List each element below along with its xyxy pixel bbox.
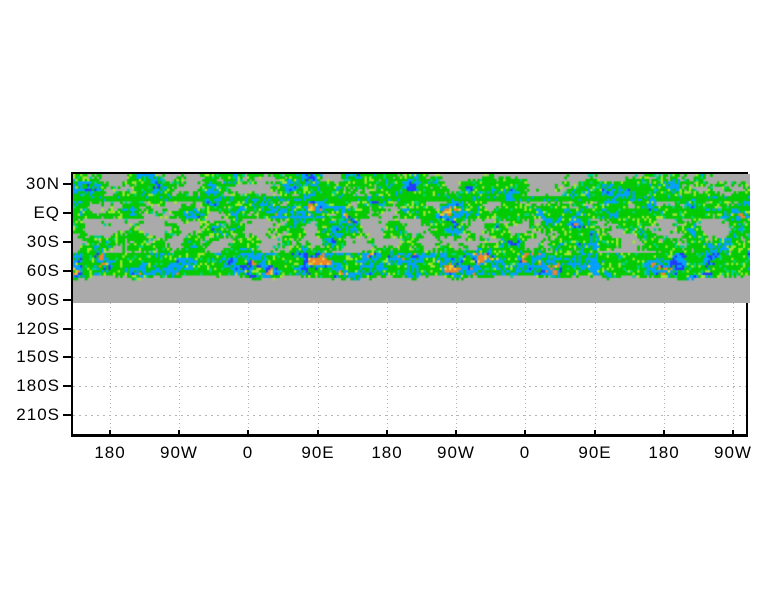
x-axis-tick-label: 90W [160,443,198,462]
x-axis-tick [386,430,388,437]
x-axis-tick-label: 90W [437,443,475,462]
shaded-field-canvas [73,174,750,303]
x-axis-tick [178,430,180,437]
y-axis-tick [63,299,71,301]
x-axis-tick [247,430,249,437]
x-axis-tick-label: 180 [648,443,680,462]
y-axis-tick [63,212,71,214]
y-axis-tick [63,328,71,330]
x-axis-tick [317,430,319,437]
x-axis-tick-label: 0 [242,443,254,462]
x-axis-tick-label: 90E [578,443,612,462]
y-axis-tick-label: 120S [16,319,60,338]
y-axis-tick [63,183,71,185]
x-axis-tick-label: 180 [94,443,126,462]
y-axis-tick-label: 60S [26,261,60,280]
y-axis-tick [63,241,71,243]
grads-shaded-plot: 30N EQ 30S 60S 90S 120S 150S 180S 210S 180 90W 0 90E… [0,0,784,612]
y-axis-tick [63,385,71,387]
x-axis-tick-label: 0 [519,443,531,462]
y-axis-tick-label: 90S [26,290,60,309]
horizontal-gridline [73,357,746,358]
y-axis-tick [63,356,71,358]
y-axis-tick [63,270,71,272]
x-axis-tick-label: 90W [714,443,752,462]
horizontal-gridline [73,386,746,387]
x-axis-tick [594,430,596,437]
y-axis-tick-label: 30N [25,174,60,193]
y-axis-tick-label: 30S [26,232,60,251]
y-axis-tick [63,414,71,416]
x-axis-tick [455,430,457,437]
x-axis-tick-label: 180 [371,443,403,462]
x-axis-tick [109,430,111,437]
y-axis-tick-label: EQ [33,203,60,222]
y-axis-tick-label: 210S [16,405,60,424]
x-axis-tick [732,430,734,437]
y-axis-tick-label: 180S [16,376,60,395]
x-axis-tick [663,430,665,437]
x-axis-tick-label: 90E [301,443,335,462]
horizontal-gridline [73,415,746,416]
y-axis-tick-label: 150S [16,347,60,366]
horizontal-gridline [73,329,746,330]
x-axis-tick [524,430,526,437]
